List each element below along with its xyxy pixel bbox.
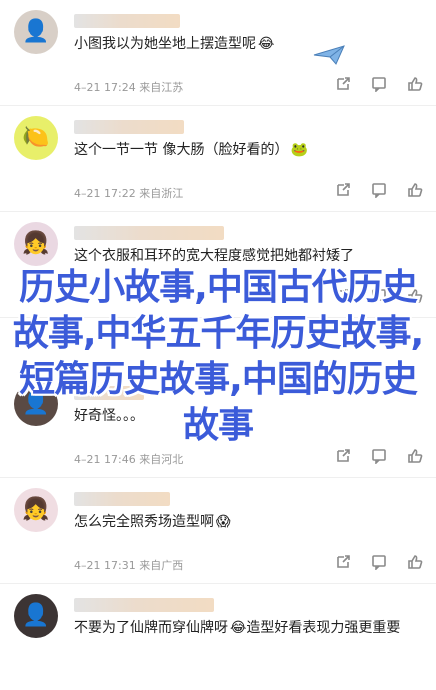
avatar[interactable]: 👤 [14,594,58,638]
comment-item: 👤 小图我以为她坐地上摆造型呢 😂 4–21 17:24 来自江苏 [0,0,436,106]
comment-text: 这个衣服和耳环的宽大程度感觉把她都衬矮了 [74,248,354,264]
username-blurred[interactable] [74,14,180,28]
comment-meta: 4–21 17:24 来自江苏 [74,81,184,94]
share-icon[interactable] [334,447,352,465]
comment-meta: 4–21 17:46 来自河北 [74,453,184,466]
comment-meta: 4–21 17:22 来自浙江 [74,187,184,200]
like-icon[interactable] [406,447,424,465]
person-avatar-icon: 👤 [22,19,50,44]
laugh-cry-emoji-icon: 😂 [258,36,275,52]
comment-icon[interactable] [370,553,388,571]
username-blurred[interactable] [74,492,170,506]
avatar[interactable]: 👧 [14,222,58,266]
like-icon[interactable] [406,553,424,571]
frog-emoji-icon: 🐸 [290,142,308,158]
avatar[interactable]: 🍋 [14,116,58,160]
like-icon[interactable] [406,75,424,93]
comment-icon[interactable] [370,181,388,199]
overlay-title: 历史小故事,中国古代历史故事,中华五千年历史故事,短篇历史故事,中国的历史故事 [12,267,424,446]
comment-actions [334,447,424,465]
comment-text: 怎么完全照秀场造型啊 😱 [74,514,231,530]
username-blurred[interactable] [74,598,214,612]
anime-avatar-icon: 👧 [22,497,50,522]
like-icon[interactable] [406,181,424,199]
comment-item: 👤 不要为了仙牌而穿仙牌呀 😂造型好看表现力强更重要 [0,584,436,690]
comment-icon[interactable] [370,75,388,93]
username-blurred[interactable] [74,120,184,134]
comment-actions [334,553,424,571]
comment-text: 不要为了仙牌而穿仙牌呀 😂造型好看表现力强更重要 [74,620,401,636]
lemon-avatar-icon: 🍋 [22,125,50,150]
share-icon[interactable] [334,553,352,571]
share-icon[interactable] [334,75,352,93]
comment-actions [334,75,424,93]
comment-item: 👧 怎么完全照秀场造型啊 😱 4–21 17:31 来自广西 [0,478,436,584]
comment-text: 小图我以为她坐地上摆造型呢 😂 [74,36,275,52]
paper-plane-sticker-icon [313,45,345,65]
anime-avatar-icon: 👧 [22,231,50,256]
avatar[interactable]: 👤 [14,10,58,54]
shocked-emoji-icon: 😱 [216,514,231,530]
person-avatar-icon: 👤 [22,603,50,628]
comment-icon[interactable] [370,447,388,465]
comment-meta: 4–21 17:31 来自广西 [74,559,184,572]
comment-item: 🍋 这个一节一节 像大肠（脸好看的） 🐸 4–21 17:22 来自浙江 [0,106,436,212]
avatar[interactable]: 👧 [14,488,58,532]
username-blurred[interactable] [74,226,224,240]
laugh-cry-emoji-icon: 😂 [230,620,247,636]
share-icon[interactable] [334,181,352,199]
comment-actions [334,181,424,199]
comment-text: 这个一节一节 像大肠（脸好看的） 🐸 [74,142,308,158]
